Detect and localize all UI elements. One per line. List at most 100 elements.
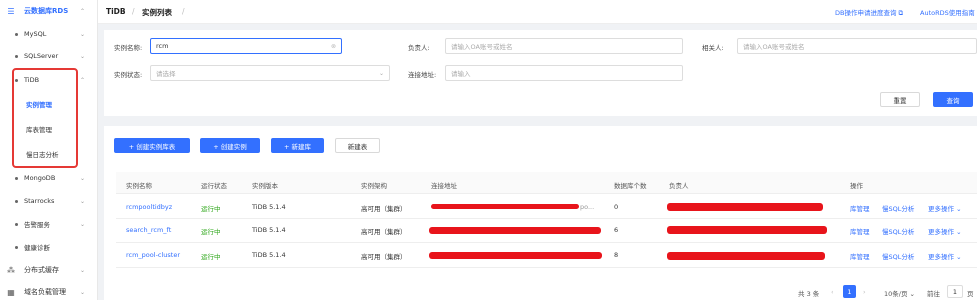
owner-input[interactable]: 请输入OA账号或姓名 <box>445 38 683 54</box>
instance-arch: 高可用（集群） <box>361 205 407 213</box>
instance-name-label: 实例名称: <box>114 44 143 52</box>
sidebar-item-label: 云数据库RDS <box>24 7 69 15</box>
column-header: 数据库个数 <box>614 182 647 190</box>
sidebar-item-health[interactable]: 健康诊断 <box>0 236 98 258</box>
redacted-address <box>429 252 602 259</box>
more-actions-dropdown[interactable]: 更多操作 ⌄ <box>928 251 962 261</box>
owner-label: 负责人: <box>408 44 430 52</box>
sidebar-item-sqlserver[interactable]: SQLServer ⌄ <box>0 45 98 67</box>
more-label: 更多操作 <box>928 253 954 261</box>
chevron-down-icon: ⌄ <box>378 69 384 77</box>
sidebar-item-label: 告警服务 <box>24 221 50 229</box>
row-divider <box>116 218 977 219</box>
status-badge: 运行中 <box>201 228 221 236</box>
sidebar: ☰ 云数据库RDS ⌃ MySQL ⌄ SQLServer ⌄ TiDB ⌃ 实… <box>0 0 98 300</box>
sidebar-item-starrocks[interactable]: Starrocks ⌄ <box>0 190 98 212</box>
sidebar-item-cache[interactable]: ⁂ 分布式缓存 ⌄ <box>0 259 98 281</box>
breadcrumb-separator: / <box>182 7 185 16</box>
chevron-up-icon: ⌃ <box>80 7 86 15</box>
instance-name-link[interactable]: search_rcm_ft <box>126 226 171 234</box>
create-db-button[interactable]: + 新建库 <box>271 138 324 153</box>
page-size-select[interactable]: 10条/页 ⌄ <box>884 288 915 298</box>
instance-version: TiDB 5.1.4 <box>252 203 286 211</box>
chevron-down-icon: ⌄ <box>956 253 962 261</box>
db-request-progress-link[interactable]: DB操作申请进度查询 ⧉ <box>835 7 903 18</box>
create-table-button[interactable]: 新建表 <box>335 138 380 153</box>
chevron-down-icon: ⌄ <box>956 205 962 213</box>
next-page-icon[interactable]: › <box>863 288 866 296</box>
input-placeholder: 请输入 <box>451 70 471 78</box>
chevron-down-icon: ⌄ <box>80 197 86 205</box>
bullet-icon <box>15 54 18 58</box>
instance-table-panel: + 创建实例库表 + 创建实例 + 新建库 新建表 实例名称 运行状态 实例版本… <box>104 126 977 300</box>
instance-name-link[interactable]: rcm_pool-cluster <box>126 251 180 259</box>
instance-arch: 高可用（集群） <box>361 228 407 236</box>
header: TiDB / 实例列表 / DB操作申请进度查询 ⧉ AutoRDS使用指南 <box>98 0 977 24</box>
bullet-icon <box>15 176 18 180</box>
chevron-down-icon: ⌄ <box>956 228 962 236</box>
instance-arch: 高可用（集群） <box>361 253 407 261</box>
reset-button[interactable]: 重置 <box>880 92 920 107</box>
more-actions-dropdown[interactable]: 更多操作 ⌄ <box>928 226 962 236</box>
db-count: 8 <box>614 251 619 259</box>
sidebar-item-label: Starrocks <box>24 197 55 205</box>
slow-sql-link[interactable]: 慢SQL分析 <box>882 251 914 261</box>
instance-status-select[interactable]: 请选择 ⌄ <box>150 65 390 81</box>
bullet-icon <box>15 245 18 249</box>
sidebar-item-dns[interactable]: ▦ 域名负载管理 ⌄ <box>0 281 98 300</box>
page-title: 实例列表 <box>142 8 172 17</box>
instance-version: TiDB 5.1.4 <box>252 226 286 234</box>
breadcrumb-separator: / <box>132 7 135 16</box>
sidebar-item-mongodb[interactable]: MongoDB ⌄ <box>0 167 98 189</box>
query-button[interactable]: 查询 <box>933 92 973 107</box>
instance-name-input[interactable]: rcm ⊗ <box>150 38 342 54</box>
bullet-icon <box>15 222 18 226</box>
chevron-down-icon: ⌄ <box>80 174 86 182</box>
chevron-down-icon: ⌄ <box>80 266 86 274</box>
conn-addr-tail: po... <box>580 203 595 211</box>
column-header: 负责人 <box>669 182 689 190</box>
create-instance-db-table-button[interactable]: + 创建实例库表 <box>114 138 190 153</box>
related-input[interactable]: 请输入OA账号或姓名 <box>737 38 977 54</box>
db-manage-link[interactable]: 库管理 <box>850 203 870 213</box>
sidebar-item-mysql[interactable]: MySQL ⌄ <box>0 23 98 45</box>
cluster-icon: ⁂ <box>7 265 15 275</box>
chevron-up-icon: ⌃ <box>80 76 86 84</box>
db-manage-link[interactable]: 库管理 <box>850 251 870 261</box>
db-count: 6 <box>614 226 619 234</box>
redacted-owner <box>667 226 827 234</box>
column-header: 实例名称 <box>126 182 152 190</box>
db-manage-link[interactable]: 库管理 <box>850 226 870 236</box>
prev-page-icon[interactable]: ‹ <box>831 288 834 296</box>
goto-label: 前往 <box>927 290 940 298</box>
conn-addr-label: 连接地址: <box>408 71 437 79</box>
clear-icon[interactable]: ⊗ <box>331 43 336 50</box>
conn-addr-input[interactable]: 请输入 <box>445 65 683 81</box>
instance-version: TiDB 5.1.4 <box>252 251 286 259</box>
table-header <box>116 172 977 194</box>
chevron-down-icon: ⌄ <box>80 30 86 38</box>
bullet-icon <box>15 199 18 203</box>
related-label: 相关人: <box>702 44 724 52</box>
chevron-down-icon: ⌄ <box>80 220 86 228</box>
sidebar-item-label: 分布式缓存 <box>24 266 59 274</box>
grid-menu-icon: ☰ <box>7 6 15 16</box>
status-badge: 运行中 <box>201 205 221 213</box>
breadcrumb-tidb[interactable]: TiDB <box>106 7 126 16</box>
autords-guide-link[interactable]: AutoRDS使用指南 <box>920 7 975 17</box>
page-number-current[interactable]: 1 <box>843 285 856 298</box>
more-actions-dropdown[interactable]: 更多操作 ⌄ <box>928 203 962 213</box>
slow-sql-link[interactable]: 慢SQL分析 <box>882 203 914 213</box>
input-placeholder: 请输入OA账号或姓名 <box>743 43 805 51</box>
goto-page-input[interactable]: 1 <box>947 285 963 298</box>
create-instance-button[interactable]: + 创建实例 <box>200 138 260 153</box>
bullet-icon <box>15 32 18 36</box>
sidebar-item-rds[interactable]: ☰ 云数据库RDS ⌃ <box>0 0 98 22</box>
instance-name-link[interactable]: rcmpooltidbyz <box>126 203 172 211</box>
sidebar-item-alert[interactable]: 告警服务 ⌄ <box>0 213 98 235</box>
link-label: DB操作申请进度查询 <box>835 9 897 17</box>
search-panel: 实例名称: rcm ⊗ 负责人: 请输入OA账号或姓名 相关人: 请输入OA账号… <box>104 30 977 116</box>
slow-sql-link[interactable]: 慢SQL分析 <box>882 226 914 236</box>
column-header: 操作 <box>850 182 863 190</box>
chevron-down-icon: ⌄ <box>909 290 915 298</box>
